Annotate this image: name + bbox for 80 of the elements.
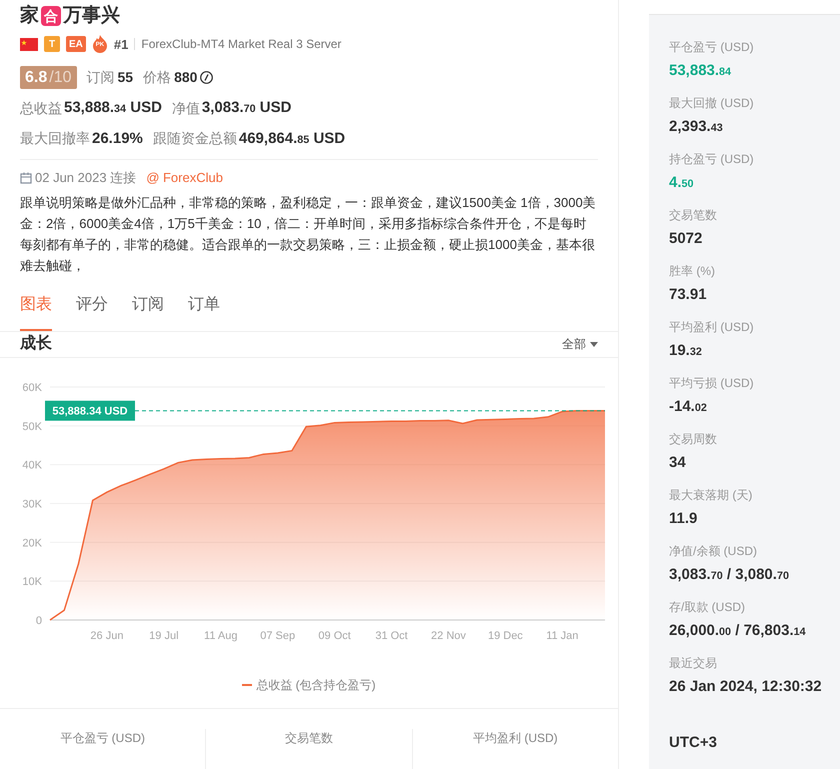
ref-line-label: 53,888.34 USD	[52, 406, 128, 418]
tab[interactable]: 图表	[20, 290, 52, 330]
rank-label: #1	[114, 36, 128, 54]
y-tick-label: 0	[36, 615, 42, 627]
tag-badge: T	[44, 36, 60, 52]
metric-value: 34	[669, 453, 687, 473]
stat-label: 净值	[172, 98, 200, 118]
metric-label: 交易笔数	[669, 207, 718, 223]
x-tick-label: 19 Jul	[149, 630, 179, 642]
metric-label: 最近交易	[669, 655, 718, 671]
x-tick-label: 22 Nov	[431, 630, 466, 642]
strategy-title: 家	[20, 4, 39, 28]
legend-label: 总收益 (包含持仓盈亏)	[256, 677, 376, 694]
metric-label: 平均亏损 (USD)	[669, 375, 755, 391]
strategy-title: 万事兴	[63, 4, 120, 28]
metric-label: 持仓盈亏 (USD)	[669, 151, 755, 167]
metric-label: 平仓盈亏 (USD)	[669, 39, 755, 55]
stat-value: 469,864.85 USD	[238, 128, 346, 148]
broker-link[interactable]: @ ForexClub	[146, 168, 223, 188]
metric-value: 19.32	[669, 341, 703, 361]
metric-value: 53,883.84	[669, 61, 732, 81]
stat-label: 订阅	[86, 68, 114, 87]
stat-value: 26.19%	[92, 128, 143, 148]
y-tick-label: 10K	[22, 576, 42, 588]
strategy-description: 跟单说明策略是做外汇品种，非常稳的策略，盈利稳定，一：跟单资金，建议1500美金 1倍，3000美金：2倍，6000美金4倍，1万5千美金：10，倍二：开单时间，采用多指标综合条件开仓，不是每时每刻都有单子的，非常的稳健。适合跟单的一款交易策略，三：止损金额，硬止损1000美金，基本很难去触碰，	[20, 194, 597, 274]
stat-value: 55	[118, 68, 134, 87]
tab[interactable]: 订阅	[132, 290, 164, 330]
metric-label: 胜率 (%)	[669, 263, 716, 279]
stat-label: 交易笔数	[284, 730, 333, 747]
flag-icon	[20, 38, 38, 51]
stat-value: 880	[174, 68, 198, 87]
metric-label: 交易周数	[669, 431, 718, 447]
metric-value: -14.02	[669, 397, 708, 417]
x-tick-label: 26 Jun	[90, 630, 124, 642]
value-label: 53,888.34 USD	[45, 400, 135, 421]
title-emoji: 合	[41, 6, 61, 26]
connected-date: 02 Jun 2023 连接	[35, 169, 136, 187]
x-tick-label: 07 Sep	[260, 630, 296, 642]
metric-label: 存/取款 (USD)	[669, 599, 746, 615]
metric-value: 73.91	[669, 285, 708, 305]
metric-value: 26 Jan 2024, 12:30:32	[669, 677, 823, 697]
metric-value: UTC+3	[669, 733, 718, 753]
y-tick-label: 50K	[22, 420, 42, 433]
y-tick-label: 40K	[22, 460, 42, 472]
metric-label: 净值/余额 (USD)	[669, 543, 758, 559]
x-tick-label: 11 Aug	[204, 630, 238, 642]
y-tick-label: 60K	[22, 382, 42, 394]
metric-value: 5072	[669, 229, 704, 249]
x-tick-label: 11 Jan	[546, 630, 578, 642]
metric-label: 最大衰落期 (天)	[669, 487, 754, 503]
x-tick-label: 19 Dec	[488, 630, 523, 642]
metric-label: 最大回撤 (USD)	[669, 95, 755, 111]
stat-value: 3,083.70 USD	[202, 98, 292, 118]
stat-label: 总收益	[20, 98, 62, 118]
x-tick-label: 31 Oct	[375, 630, 408, 642]
stat-label: 价格	[143, 68, 172, 87]
tab[interactable]: 评分	[76, 290, 108, 330]
metric-value: 11.9	[669, 509, 698, 529]
metric-label: 平均盈利 (USD)	[669, 319, 755, 335]
range-dropdown[interactable]: 全部	[562, 335, 598, 354]
rating-badge: 6.8/10	[20, 66, 76, 89]
stat-value: 53,888.34 USD	[64, 98, 162, 118]
tab[interactable]: 订单	[188, 290, 220, 330]
stat-label: 平仓盈亏 (USD)	[60, 730, 145, 747]
metric-value: 4.50	[669, 173, 695, 193]
tag-badge: EA	[66, 36, 86, 52]
metric-value: 2,393.43	[669, 117, 724, 137]
metric-value: 3,083.70 / 3,080.70	[669, 565, 790, 585]
metric-value: 26,000.00 / 76,803.14	[669, 621, 807, 641]
stat-label: 平均盈利 (USD)	[472, 730, 558, 747]
x-tick-label: 09 Oct	[318, 630, 351, 642]
y-tick-label: 20K	[22, 537, 42, 550]
caret-icon	[590, 342, 598, 347]
stat-label: 跟随资金总额	[152, 129, 237, 148]
section-title: 成长	[20, 334, 52, 354]
y-tick-label: 30K	[22, 498, 42, 510]
server-name: ForexClub-MT4 Market Real 3 Server	[141, 36, 342, 54]
stat-label: 最大回撤率	[20, 129, 90, 148]
calendar-icon	[20, 172, 32, 184]
coin-icon	[200, 71, 214, 84]
